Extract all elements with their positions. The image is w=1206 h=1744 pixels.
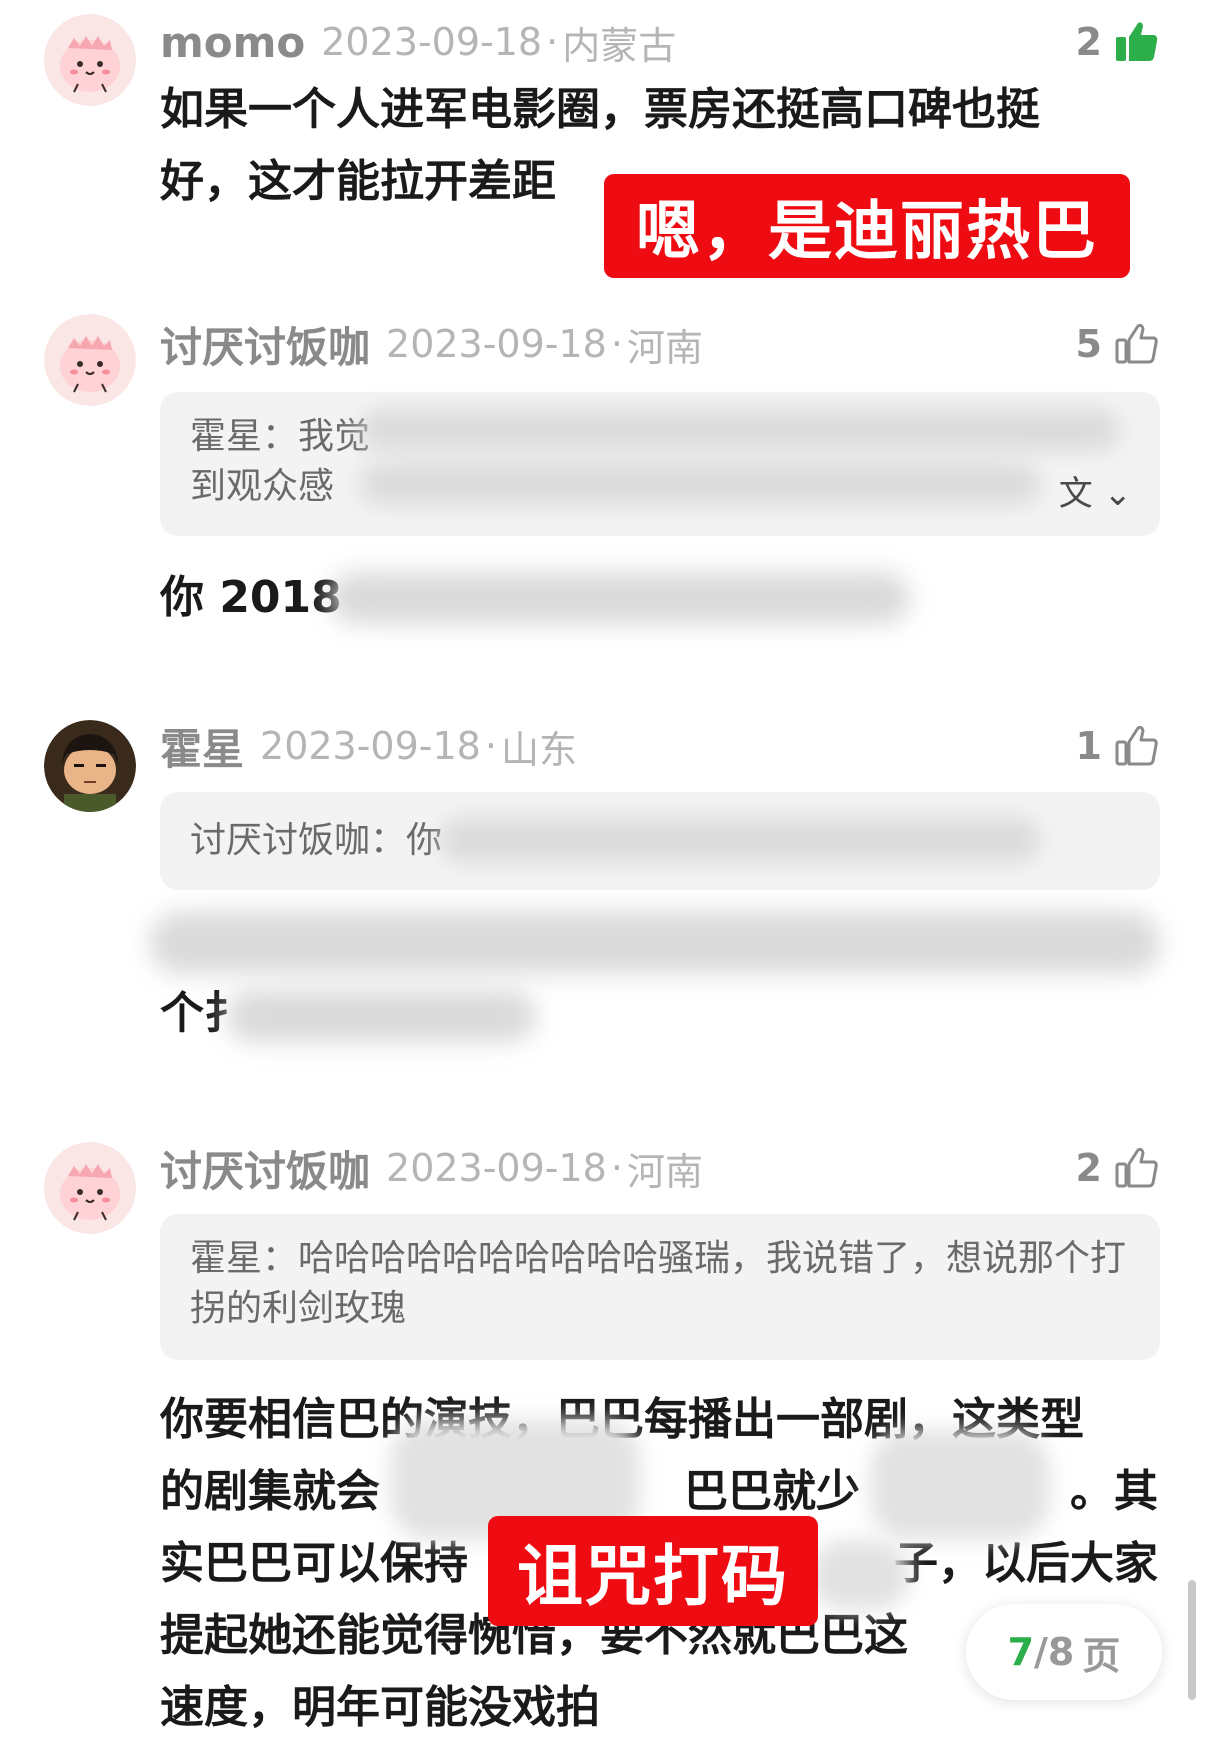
blur-mask <box>150 912 1160 974</box>
quote-text: 你 <box>406 820 443 861</box>
meta-separator: · <box>610 322 623 366</box>
pink-monster-avatar-icon <box>44 314 136 406</box>
meta-separator: · <box>484 724 497 768</box>
quote-text: 我觉 <box>298 416 371 457</box>
quote-text: 到观众感 <box>190 466 335 507</box>
comment-location: 山东 <box>500 727 577 772</box>
like-count: 5 <box>1075 322 1102 366</box>
thumbs-up-icon <box>1115 725 1158 766</box>
comment-date: 2023-09-18 <box>321 20 543 64</box>
like-count: 1 <box>1075 724 1102 768</box>
blur-mask <box>330 572 910 624</box>
pink-monster-avatar-icon <box>44 14 136 106</box>
blur-mask <box>226 990 536 1042</box>
comment-date: 2023-09-18 <box>386 1146 607 1190</box>
body-fragment: 。其 <box>1070 1466 1158 1517</box>
blur-mask <box>440 818 1040 862</box>
thumbs-up-icon <box>1116 22 1158 61</box>
comment-location: 河南 <box>626 325 703 370</box>
like-button[interactable]: 2 <box>1076 14 1160 70</box>
avatar[interactable] <box>44 1142 136 1234</box>
comment-meta: 霍星 2023-09-18 · 山东 <box>160 718 577 774</box>
scrollbar[interactable] <box>1188 1580 1196 1700</box>
blur-mask <box>810 1540 910 1610</box>
like-button[interactable]: 1 <box>1076 718 1160 774</box>
quote-author: 讨厌讨饭咖： <box>190 820 407 861</box>
page-unit: 页 <box>1082 1633 1121 1678</box>
meta-separator: · <box>610 1146 623 1190</box>
meta-separator: · <box>546 20 559 64</box>
sticker-overlay: 诅咒打码 <box>488 1516 818 1626</box>
like-count: 2 <box>1075 20 1102 64</box>
page-indicator[interactable]: 7/8 页 <box>966 1604 1162 1700</box>
cartoon-girl-avatar-icon <box>44 720 136 812</box>
blur-mask <box>360 410 1120 450</box>
comment-location: 河南 <box>626 1149 703 1194</box>
comment-item: 霍星 2023-09-18 · 山东 1 讨厌讨饭咖：你 个扌 <box>0 700 1206 1080</box>
avatar[interactable] <box>44 720 136 812</box>
like-button[interactable]: 5 <box>1076 316 1160 372</box>
quote-author: 霍星： <box>190 416 299 457</box>
avatar[interactable] <box>44 14 136 106</box>
quote-author: 霍星： <box>190 1238 299 1279</box>
pink-monster-avatar-icon <box>44 1142 136 1234</box>
comment-date: 2023-09-18 <box>260 724 481 768</box>
comment-meta: momo 2023-09-18 · 内蒙古 <box>160 14 676 70</box>
username[interactable]: momo <box>160 18 305 67</box>
total-pages: /8 <box>1034 1630 1075 1674</box>
comment-meta: 讨厌讨饭咖 2023-09-18 · 河南 <box>160 316 703 372</box>
comment-item: 讨厌讨饭咖 2023-09-18 · 河南 5 霍星：我觉 到观众感 文 ⌄ 你… <box>0 300 1206 680</box>
expand-toggle[interactable]: 文 ⌄ <box>1059 466 1132 515</box>
comment-date: 2023-09-18 <box>386 322 607 366</box>
comment-meta: 讨厌讨饭咖 2023-09-18 · 河南 <box>160 1140 703 1196</box>
current-page: 7 <box>1007 1630 1035 1674</box>
like-count: 2 <box>1075 1146 1102 1190</box>
quote-tail: 文 <box>1058 474 1093 514</box>
thumbs-up-icon <box>1115 1147 1158 1188</box>
comment-location: 内蒙古 <box>562 23 677 68</box>
avatar[interactable] <box>44 314 136 406</box>
chevron-down-icon: ⌄ <box>1103 474 1133 514</box>
body-fragment: 实巴巴可以保持 <box>160 1538 468 1589</box>
like-button[interactable]: 2 <box>1076 1140 1160 1196</box>
quote-text: 哈哈哈哈哈哈哈哈哈哈骚瑞，我说错了，想说那个打拐的利剑玫瑰 <box>190 1238 1127 1329</box>
blur-mask <box>360 464 1040 504</box>
sticker-overlay: 嗯，是迪丽热巴 <box>604 174 1130 278</box>
username[interactable]: 讨厌讨饭咖 <box>160 1138 370 1199</box>
quoted-reply[interactable]: 霍星：哈哈哈哈哈哈哈哈哈哈骚瑞，我说错了，想说那个打拐的利剑玫瑰 <box>160 1214 1160 1360</box>
body-fragment: 的剧集就会 <box>160 1466 380 1517</box>
blur-mask <box>870 1430 1050 1540</box>
thumbs-up-icon <box>1115 323 1158 364</box>
username[interactable]: 讨厌讨饭咖 <box>160 314 370 375</box>
username[interactable]: 霍星 <box>160 716 244 777</box>
